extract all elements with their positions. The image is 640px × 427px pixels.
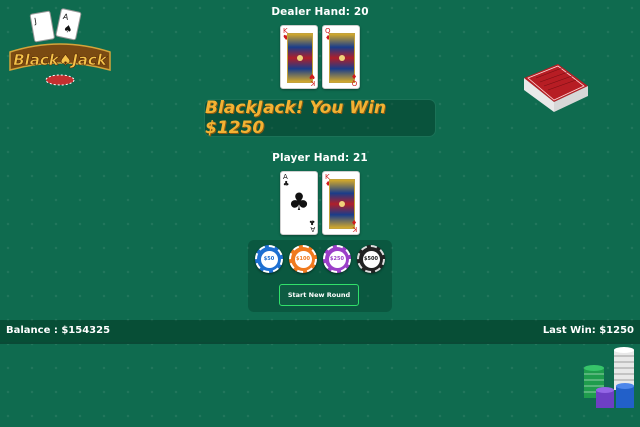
dealer-hand-title: Dealer Hand: 20 (271, 6, 369, 18)
chip-50-button[interactable]: $50 (255, 245, 283, 273)
dealer-card-queen-diamonds: Q ♦ Q ♦ (322, 25, 360, 89)
chip-stacks-icon (584, 347, 634, 408)
chip-label: $100 (294, 250, 312, 268)
blackjack-logo: J A ♠ Black♠Jack (9, 8, 111, 86)
chip-label: $500 (362, 250, 380, 268)
result-message: BlackJack! You Win $1250 (205, 98, 386, 138)
chip-500-button[interactable]: $500 (357, 245, 385, 273)
player-card-king-diamonds: K ♦ K ♦ (322, 171, 360, 235)
card-rank: K ♦ (350, 218, 357, 233)
card-deck-icon[interactable] (520, 56, 592, 112)
card-rank: A ♣ (283, 173, 290, 188)
chip-label: $250 (328, 250, 346, 268)
result-banner: BlackJack! You Win $1250 (205, 98, 435, 138)
card-rank: Q ♦ (350, 72, 357, 87)
balance-display: Balance : $154325 (6, 325, 111, 336)
chip-label: $50 (260, 250, 278, 268)
svg-text:Black♠Jack: Black♠Jack (13, 51, 108, 69)
chip-250-button[interactable]: $250 (323, 245, 351, 273)
player-hand-title: Player Hand: 21 (272, 152, 368, 164)
last-win-display: Last Win: $1250 (542, 325, 634, 336)
status-bar: Balance : $154325 Last Win: $1250 (0, 320, 640, 344)
card-rank: K ♥ (308, 72, 315, 87)
dealer-card-king-hearts: K ♥ K ♥ (280, 25, 318, 89)
start-new-round-button[interactable]: Start New Round (279, 284, 359, 306)
club-icon: ♣ (288, 188, 310, 216)
chip-100-button[interactable]: $100 (289, 245, 317, 273)
card-rank: A ♣ (308, 218, 315, 233)
player-card-ace-clubs: A ♣ ♣ A ♣ (280, 171, 318, 235)
